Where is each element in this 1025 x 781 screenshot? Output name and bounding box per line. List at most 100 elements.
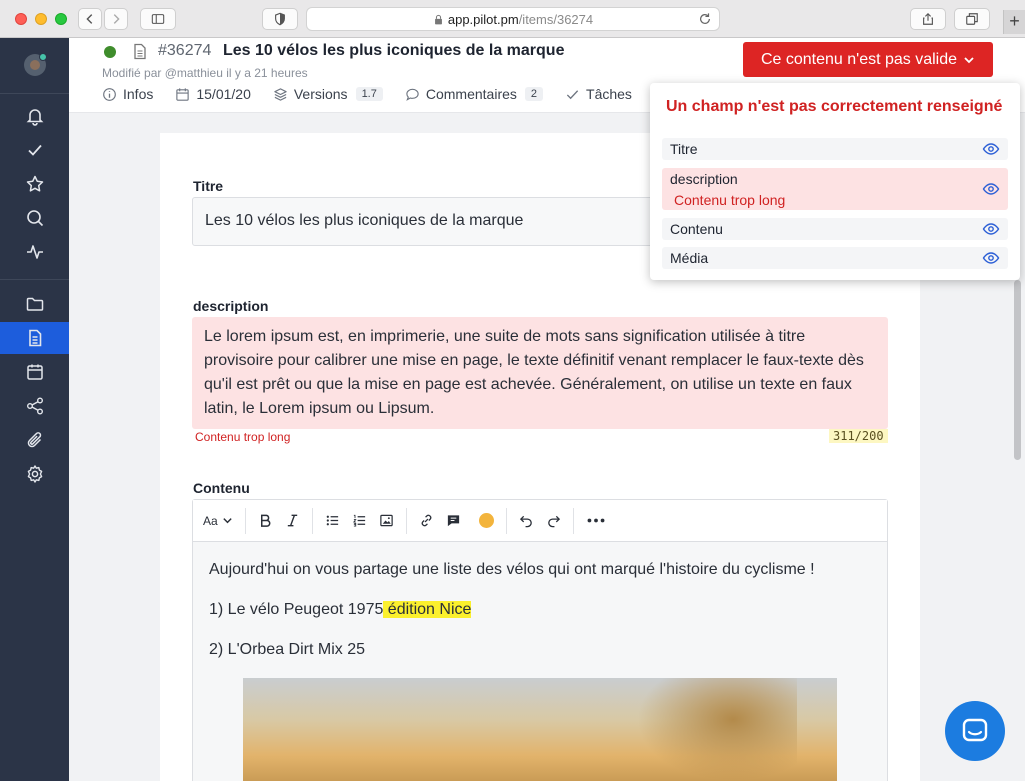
layers-icon (274, 87, 287, 101)
text-style-dropdown[interactable]: Aa (203, 508, 233, 534)
validation-item-name: Titre (670, 141, 698, 157)
bullet-list-button[interactable] (325, 508, 340, 534)
tab-versions[interactable]: Versions 1.7 (273, 86, 383, 102)
forward-button[interactable] (104, 8, 128, 30)
tabs-icon (966, 13, 978, 25)
bold-button[interactable] (258, 508, 273, 534)
validation-status-button[interactable]: Ce contenu n'est pas valide (743, 42, 993, 77)
status-indicator[interactable] (104, 46, 116, 58)
comment-icon (406, 88, 419, 101)
emoji-button[interactable] (478, 508, 494, 534)
content-image[interactable] (243, 678, 837, 781)
scrollbar[interactable] (1014, 280, 1021, 460)
share-nodes-icon (26, 397, 43, 415)
tab-tasks[interactable]: Tâches (565, 86, 632, 102)
image-icon (379, 514, 393, 527)
content-field-label: Contenu (193, 480, 250, 496)
folder-icon (26, 297, 43, 311)
share-icon (923, 12, 933, 25)
numbered-list-button[interactable] (352, 508, 367, 534)
chat-launcher-button[interactable] (945, 701, 1005, 761)
chevron-left-icon (86, 14, 93, 24)
sidebar-item-notifications[interactable] (0, 100, 69, 132)
validation-item-titre[interactable]: Titre (662, 138, 1008, 160)
sidebar-toggle-button[interactable] (140, 8, 176, 30)
toolbar-divider (311, 507, 313, 534)
url-host: app.pilot.pm (447, 11, 519, 27)
eye-icon[interactable] (982, 249, 1000, 267)
validation-item-description[interactable]: description Contenu trop long (662, 168, 1008, 210)
close-window-button[interactable] (15, 13, 27, 25)
tab-infos[interactable]: Infos (102, 86, 153, 102)
sidebar-item-contents[interactable] (0, 322, 69, 354)
tab-label: 15/01/20 (196, 86, 251, 102)
gear-icon (27, 465, 42, 483)
content-text: 1) Le vélo Peugeot 1975 (209, 601, 384, 618)
share-button[interactable] (910, 8, 946, 30)
sidebar-icon (151, 14, 165, 24)
link-button[interactable] (419, 508, 434, 534)
rich-text-editor: Aa Aujourd'hui on vous partage une liste… (192, 499, 888, 781)
toolbar-divider (405, 507, 407, 534)
star-icon (26, 175, 43, 192)
toolbar-divider (244, 507, 246, 534)
bullet-list-icon (326, 515, 338, 526)
validation-item-contenu[interactable]: Contenu (662, 218, 1008, 240)
content-paragraph: 1) Le vélo Peugeot 1975 édition Nice (209, 601, 472, 619)
undo-button[interactable] (519, 508, 534, 534)
highlighted-text: édition Nice (383, 601, 472, 618)
bell-icon (26, 109, 43, 126)
image-button[interactable] (379, 508, 394, 534)
calendar-icon (176, 87, 190, 101)
italic-icon (287, 514, 297, 527)
sidebar-item-favorites[interactable] (0, 168, 69, 200)
eye-icon[interactable] (982, 140, 1000, 158)
redo-button[interactable] (546, 508, 561, 534)
tabs-overview-button[interactable] (954, 8, 990, 30)
modified-info: Modifié par @matthieu il y a 21 heures (102, 66, 308, 80)
document-icon (134, 43, 146, 60)
comment-button[interactable] (446, 508, 461, 534)
sidebar-item-settings[interactable] (0, 458, 69, 490)
validation-panel-title: Un champ n'est pas correctement renseign… (666, 98, 1003, 115)
sidebar-item-validated[interactable] (0, 134, 69, 166)
check-icon (27, 144, 42, 156)
document-icon (28, 329, 41, 347)
undo-icon (519, 515, 532, 528)
address-bar[interactable]: app.pilot.pm/items/36274 (306, 7, 720, 31)
minimize-window-button[interactable] (35, 13, 47, 25)
sidebar-item-share[interactable] (0, 390, 69, 422)
tab-date[interactable]: 15/01/20 (175, 86, 251, 102)
sidebar-divider (0, 93, 69, 94)
italic-button[interactable] (285, 508, 300, 534)
new-tab-button[interactable]: + (1003, 10, 1025, 34)
sidebar-item-assets[interactable] (0, 424, 69, 456)
validation-item-error: Contenu trop long (674, 192, 786, 208)
bold-icon (260, 514, 271, 527)
comment-icon (447, 515, 459, 527)
sidebar-item-activity[interactable] (0, 236, 69, 268)
sidebar-item-projects[interactable] (0, 288, 69, 320)
sidebar-item-search[interactable] (0, 202, 69, 234)
back-button[interactable] (78, 8, 102, 30)
activity-icon (26, 245, 43, 259)
description-field[interactable]: Le lorem ipsum est, en imprimerie, une s… (192, 317, 888, 429)
validation-item-media[interactable]: Média (662, 247, 1008, 269)
check-icon (566, 89, 579, 99)
validation-item-name: description (670, 171, 738, 187)
paperclip-icon (27, 432, 41, 448)
more-options-button[interactable] (586, 508, 606, 534)
eye-icon[interactable] (982, 220, 1000, 238)
editor-content[interactable]: Aujourd'hui on vous partage une liste de… (193, 542, 887, 781)
zoom-window-button[interactable] (55, 13, 67, 25)
validation-panel: Un champ n'est pas correctement renseign… (650, 83, 1020, 280)
eye-icon[interactable] (982, 180, 1000, 198)
tab-comments[interactable]: Commentaires 2 (405, 86, 544, 102)
chevron-down-icon (223, 518, 232, 524)
app-sidebar (0, 38, 69, 781)
link-icon (421, 514, 432, 527)
version-badge: 1.7 (355, 87, 383, 101)
sidebar-item-calendar[interactable] (0, 356, 69, 388)
privacy-report-button[interactable] (262, 8, 298, 30)
reload-icon[interactable] (698, 12, 712, 26)
